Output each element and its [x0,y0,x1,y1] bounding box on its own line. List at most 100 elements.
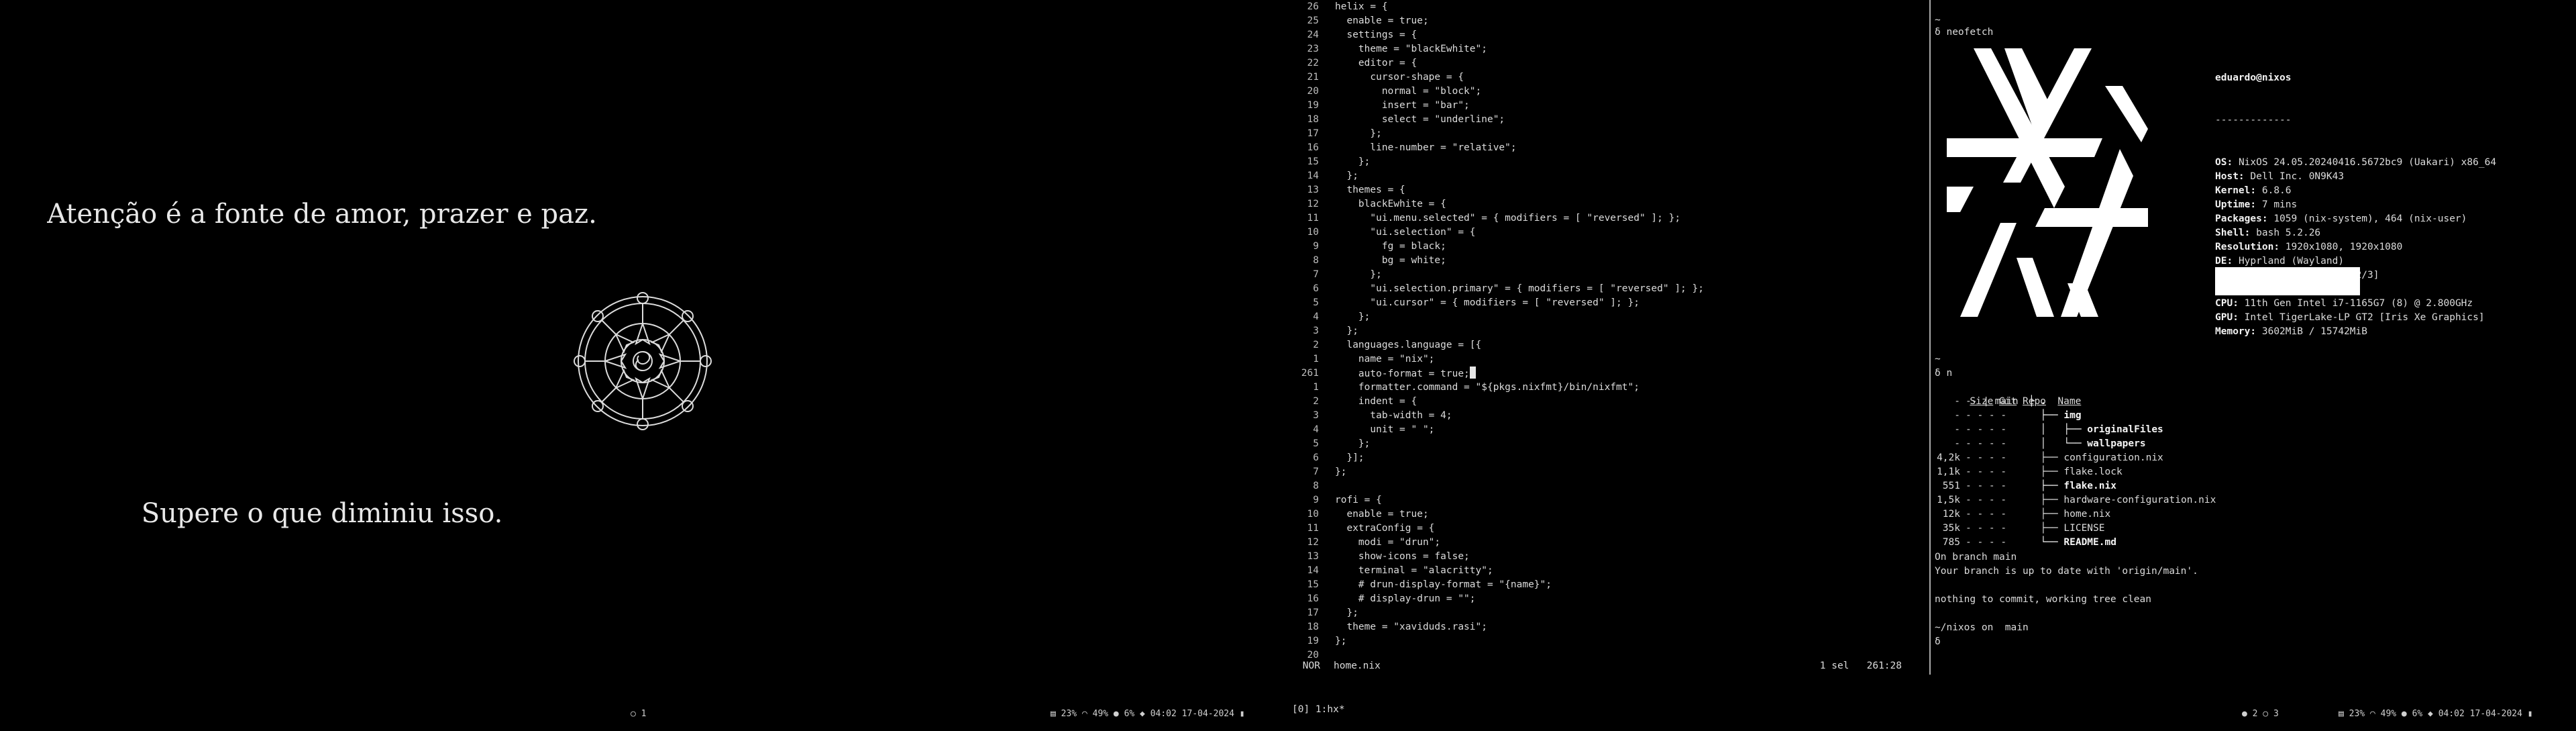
line-code[interactable]: "ui.cursor" = { modifiers = [ "reversed"… [1319,296,1640,310]
editor-lines[interactable]: 26 helix = {25 enable = true; 24 settings … [1288,0,1929,663]
editor-line[interactable]: 5 }; [1288,437,1929,451]
line-code[interactable]: terminal = "alacritty"; [1319,564,1493,578]
editor-line[interactable]: 22 editor = { [1288,56,1929,70]
line-code[interactable]: modi = "drun"; [1319,536,1440,550]
editor-line[interactable]: 13 show-icons = false; [1288,550,1929,564]
line-code[interactable]: bg = white; [1319,254,1446,268]
line-code[interactable]: languages.language = [{ [1319,338,1481,352]
editor-line[interactable]: 2 indent = { [1288,395,1929,409]
line-code[interactable]: helix = { [1319,0,1388,14]
editor-line[interactable]: 21 cursor-shape = { [1288,70,1929,85]
shell-pane[interactable]: ~ δ neofetch eduardo@nixos -------------… [1933,0,2576,675]
git-status: - - - - [1966,509,2007,520]
editor-line[interactable]: 10 enable = true; [1288,507,1929,522]
editor-line[interactable]: 11 "ui.menu.selected" = { modifiers = [ … [1288,211,1929,226]
line-code[interactable]: insert = "bar"; [1319,99,1470,113]
line-code[interactable]: }; [1319,310,1370,324]
editor-line[interactable]: 8 bg = white; [1288,254,1929,268]
editor-line[interactable]: 261 auto-format = true; [1288,367,1929,381]
line-code[interactable]: tab-width = 4; [1319,409,1452,423]
editor-line[interactable]: 1 formatter.command = "${pkgs.nixfmt}/bi… [1288,381,1929,395]
editor-line[interactable]: 4 }; [1288,310,1929,324]
editor-line[interactable]: 18 theme = "xaviduds.rasi"; [1288,620,1929,634]
editor-line[interactable]: 25 enable = true; [1288,14,1929,28]
line-code[interactable]: blackEwhite = { [1319,197,1446,211]
line-code[interactable]: select = "underline"; [1319,113,1505,127]
line-code[interactable]: indent = { [1319,395,1417,409]
line-code[interactable]: editor = { [1319,56,1417,70]
editor-line[interactable]: 7 }; [1288,268,1929,282]
line-code[interactable]: }; [1319,465,1346,479]
editor-line[interactable]: 4 unit = " "; [1288,423,1929,437]
editor-line[interactable]: 15 # drun-display-format = "{name}"; [1288,578,1929,592]
editor-line[interactable]: 12 modi = "drun"; [1288,536,1929,550]
line-code[interactable] [1319,479,1335,493]
editor-line[interactable]: 16 # display-drun = ""; [1288,592,1929,606]
editor-line[interactable]: 1 name = "nix"; [1288,352,1929,367]
line-code[interactable]: extraConfig = { [1319,522,1434,536]
line-code[interactable]: theme = "xaviduds.rasi"; [1319,620,1487,634]
line-code[interactable]: enable = true; [1319,507,1428,522]
workspace-indicators[interactable]: ● 2 ○ 3 [2242,709,2279,719]
editor-line[interactable]: 24 settings = { [1288,28,1929,42]
editor-line[interactable]: 16 line-number = "relative"; [1288,141,1929,155]
line-code[interactable]: }; [1319,606,1358,620]
line-code[interactable]: fg = black; [1319,240,1446,254]
line-code[interactable]: themes = { [1319,183,1405,197]
editor-line[interactable]: 3 tab-width = 4; [1288,409,1929,423]
editor-line[interactable]: 7}; [1288,465,1929,479]
line-code[interactable]: }; [1319,127,1381,141]
line-code[interactable]: unit = " "; [1319,423,1434,437]
editor-line[interactable]: 9 fg = black; [1288,240,1929,254]
editor-line[interactable]: 15 }; [1288,155,1929,169]
editor-line[interactable]: 26 helix = { [1288,0,1929,14]
line-code[interactable]: normal = "block"; [1319,85,1481,99]
line-code[interactable]: # display-drun = ""; [1319,592,1476,606]
pane-divider[interactable] [1929,0,1931,675]
editor-line[interactable]: 8 [1288,479,1929,493]
editor-line[interactable]: 6 "ui.selection.primary" = { modifiers =… [1288,282,1929,296]
editor-line[interactable]: 14 terminal = "alacritty"; [1288,564,1929,578]
line-code[interactable]: }; [1319,169,1358,183]
editor-line[interactable]: 20 normal = "block"; [1288,85,1929,99]
line-code[interactable]: "ui.selection" = { [1319,226,1475,240]
editor-line[interactable]: 19 insert = "bar"; [1288,99,1929,113]
editor-line[interactable]: 14 }; [1288,169,1929,183]
line-code[interactable]: enable = true; [1319,14,1428,28]
editor-line[interactable]: 17 }; [1288,606,1929,620]
editor-line[interactable]: 5 "ui.cursor" = { modifiers = [ "reverse… [1288,296,1929,310]
editor-line[interactable]: 6 }]; [1288,451,1929,465]
editor-line[interactable]: 3 }; [1288,324,1929,338]
line-code[interactable]: }; [1319,634,1346,648]
editor-line[interactable]: 23 theme = "blackEwhite"; [1288,42,1929,56]
editor-line[interactable]: 18 select = "underline"; [1288,113,1929,127]
line-code[interactable]: theme = "blackEwhite"; [1319,42,1487,56]
editor-line[interactable]: 9 rofi = { [1288,493,1929,507]
line-code[interactable]: # drun-display-format = "{name}"; [1319,578,1552,592]
editor-line[interactable]: 10 "ui.selection" = { [1288,226,1929,240]
line-code[interactable]: }; [1319,155,1370,169]
line-code[interactable]: line-number = "relative"; [1319,141,1516,155]
editor-line[interactable]: 12 blackEwhite = { [1288,197,1929,211]
line-code[interactable]: }; [1319,324,1358,338]
line-code[interactable]: }; [1319,268,1381,282]
line-code[interactable]: rofi = { [1319,493,1382,507]
line-code[interactable]: auto-format = true; [1319,367,1476,381]
line-code[interactable]: settings = { [1319,28,1417,42]
editor-line[interactable]: 19}; [1288,634,1929,648]
info-key: DE [2215,256,2227,266]
editor-line[interactable]: 13 themes = { [1288,183,1929,197]
line-code[interactable]: "ui.selection.primary" = { modifiers = [… [1319,282,1704,296]
editor-line[interactable]: 17 }; [1288,127,1929,141]
line-code[interactable]: }; [1319,437,1370,451]
line-code[interactable]: formatter.command = "${pkgs.nixfmt}/bin/… [1319,381,1640,395]
line-code[interactable]: cursor-shape = { [1319,70,1464,85]
workspace-indicator[interactable]: ○ 1 [631,709,646,719]
editor-line[interactable]: 11 extraConfig = { [1288,522,1929,536]
line-code[interactable]: name = "nix"; [1319,352,1435,367]
line-code[interactable]: "ui.menu.selected" = { modifiers = [ "re… [1319,211,1680,226]
editor-line[interactable]: 2 languages.language = [{ [1288,338,1929,352]
line-code[interactable]: }]; [1319,451,1364,465]
line-code[interactable]: show-icons = false; [1319,550,1470,564]
helix-editor-pane[interactable]: 26 helix = {25 enable = true; 24 settings … [1288,0,1929,675]
